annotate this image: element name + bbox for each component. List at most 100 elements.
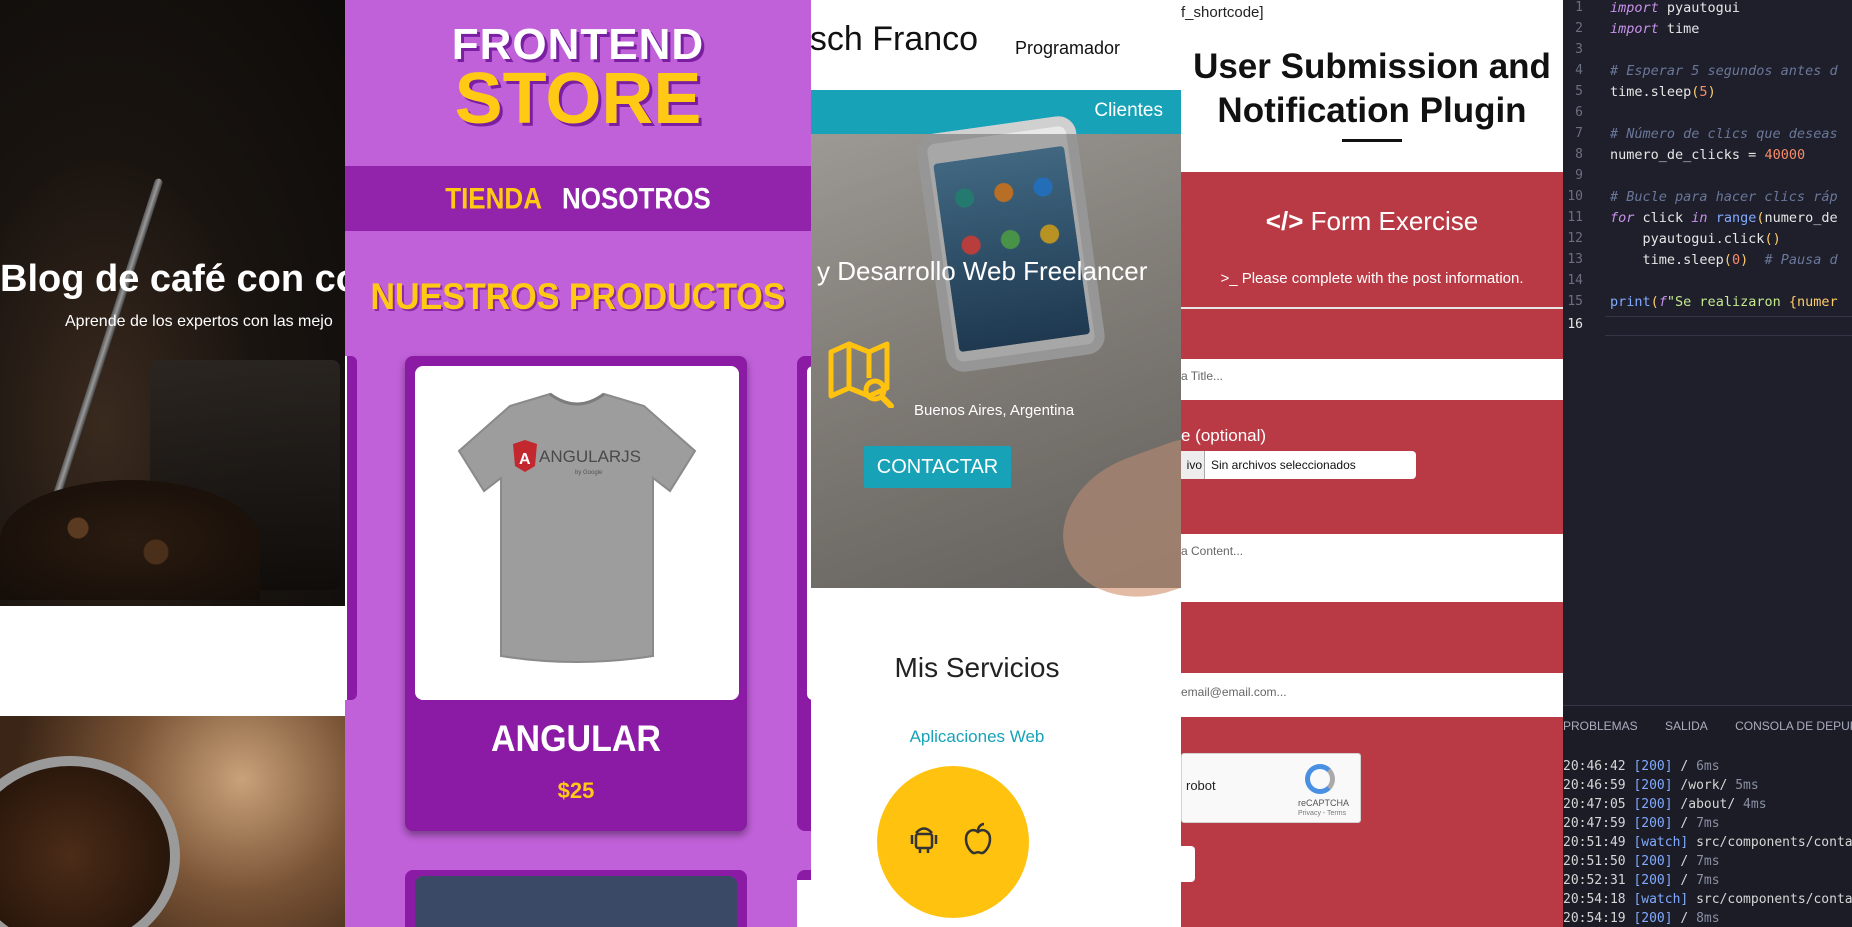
terminal-line: 20:52:31 [200] / 7ms bbox=[1563, 873, 1720, 888]
line-number-active: 16 bbox=[1567, 317, 1583, 332]
line-number: 15 bbox=[1567, 294, 1583, 309]
line-number: 3 bbox=[1575, 42, 1583, 57]
blog-subtitle: Aprende de los expertos con las mejo bbox=[65, 313, 333, 330]
recaptcha-links[interactable]: Privacy - Terms bbox=[1298, 810, 1346, 817]
store-nav: TIENDA NOSOTROS bbox=[345, 166, 811, 231]
form-box: </> Form Exercise >_ Please complete wit… bbox=[1181, 172, 1563, 927]
line-number: 12 bbox=[1567, 231, 1583, 246]
plugin-heading: User Submission and Notification Plugin bbox=[1193, 47, 1551, 130]
file-choose-button[interactable]: ivo bbox=[1181, 451, 1205, 479]
form-subtitle-text: Please complete with the post informatio… bbox=[1241, 270, 1524, 287]
file-label: e (optional) bbox=[1181, 426, 1267, 445]
site-owner-role: Programador bbox=[1015, 38, 1121, 58]
nav-clientes[interactable]: Clientes bbox=[1094, 100, 1163, 122]
submit-button[interactable] bbox=[1181, 846, 1195, 882]
services-heading: Mis Servicios bbox=[894, 652, 1060, 683]
code-editor-panel: 1 2 3 4 5 6 7 8 9 10 11 12 13 14 15 16 i… bbox=[1563, 0, 1852, 927]
svg-text:by Google: by Google bbox=[575, 470, 603, 476]
line-number: 4 bbox=[1575, 63, 1583, 78]
apple-icon bbox=[964, 822, 992, 855]
line-number: 11 bbox=[1567, 210, 1583, 225]
tab-problemas[interactable]: PROBLEMAS bbox=[1563, 719, 1638, 733]
captcha-label: robot bbox=[1186, 778, 1216, 793]
terminal-line: 20:46:42 [200] / 6ms bbox=[1563, 759, 1720, 774]
frontend-store-panel: FRONTEND STORE TIENDA NOSOTROS NUESTROS … bbox=[345, 0, 811, 927]
code-line-2[interactable]: import time bbox=[1610, 21, 1699, 37]
nav-nosotros[interactable]: NOSOTROS bbox=[562, 181, 711, 217]
line-number: 6 bbox=[1575, 105, 1583, 120]
form-divider bbox=[1181, 307, 1563, 309]
code-line-12[interactable]: pyautogui.click() bbox=[1610, 231, 1781, 247]
form-subtitle: >_ Please complete with the post informa… bbox=[1181, 270, 1563, 287]
location-text: Buenos Aires, Argentina bbox=[914, 402, 1075, 419]
product-price: $25 bbox=[557, 778, 595, 803]
form-title-text: Form Exercise bbox=[1310, 206, 1479, 236]
line-number: 8 bbox=[1575, 147, 1583, 162]
current-line-highlight bbox=[1605, 316, 1852, 336]
code-line-13[interactable]: time.sleep(0) # Pausa d bbox=[1610, 252, 1838, 268]
recaptcha-icon bbox=[1305, 764, 1335, 794]
ground-coffee-portafilter bbox=[0, 756, 180, 927]
terminal-line: 20:51:50 [200] / 7ms bbox=[1563, 854, 1720, 869]
freelancer-panel: usch Franco Programador Clientes y Desar… bbox=[811, 0, 1181, 927]
ground-coffee-image[interactable] bbox=[0, 716, 345, 927]
line-number: 14 bbox=[1567, 273, 1583, 288]
hero-headline: y Desarrollo Web Freelancer bbox=[817, 256, 1148, 286]
terminal-panel: PROBLEMAS SALIDA CONSOLA DE DEPURACI 20:… bbox=[1563, 705, 1852, 927]
product-card-next-right-image bbox=[797, 880, 811, 927]
title-input[interactable]: a Title... bbox=[1181, 359, 1563, 400]
code-line-10[interactable]: # Bucle para hacer clics ráp bbox=[1610, 189, 1838, 205]
line-number: 13 bbox=[1567, 252, 1583, 267]
contact-button[interactable]: CONTACTAR bbox=[864, 446, 1011, 488]
line-number: 2 bbox=[1575, 21, 1583, 36]
code-line-1[interactable]: import pyautogui bbox=[1610, 0, 1740, 16]
terminal-icon: >_ bbox=[1220, 270, 1238, 287]
product-card-next-image bbox=[415, 876, 737, 927]
form-title: </> Form Exercise bbox=[1181, 206, 1563, 237]
product-card-partial-left[interactable] bbox=[345, 356, 357, 700]
blog-title: Blog de café con con bbox=[0, 258, 345, 300]
coffee-beans-image bbox=[0, 480, 260, 600]
products-heading: NUESTROS PRODUCTOS bbox=[370, 276, 786, 318]
recaptcha-widget[interactable]: robot reCAPTCHA Privacy - Terms bbox=[1181, 753, 1361, 823]
line-number: 7 bbox=[1575, 126, 1583, 141]
line-number: 10 bbox=[1567, 189, 1583, 204]
line-number: 5 bbox=[1575, 84, 1583, 99]
product-name: ANGULAR bbox=[491, 718, 661, 760]
terminal-line: 20:54:18 [watch] src/components/contac bbox=[1563, 892, 1852, 907]
terminal-line: 20:47:05 [200] /about/ 4ms bbox=[1563, 797, 1767, 812]
line-number: 1 bbox=[1575, 0, 1583, 15]
terminal-tabs: PROBLEMAS SALIDA CONSOLA DE DEPURACI bbox=[1563, 719, 1852, 733]
code-line-15[interactable]: print(f"Se realizaron {numer bbox=[1610, 294, 1838, 310]
form-plugin-panel: f_shortcode] User Submission and Notific… bbox=[1181, 0, 1563, 927]
code-line-5[interactable]: time.sleep(5) bbox=[1610, 84, 1716, 100]
nav-tienda[interactable]: TIENDA bbox=[445, 181, 542, 217]
store-logo-bottom[interactable]: STORE bbox=[345, 58, 811, 140]
site-owner-name[interactable]: usch Franco bbox=[811, 20, 978, 59]
code-line-11[interactable]: for click in range(numero_de bbox=[1610, 210, 1838, 226]
terminal-line: 20:47:59 [200] / 7ms bbox=[1563, 816, 1720, 831]
android-icon bbox=[910, 827, 938, 853]
service-circle bbox=[877, 766, 1029, 918]
content-textarea[interactable]: a Content... bbox=[1181, 534, 1563, 602]
terminal-line: 20:54:19 [200] / 8ms bbox=[1563, 911, 1720, 926]
file-status: Sin archivos seleccionados bbox=[1211, 458, 1356, 472]
code-line-8[interactable]: numero_de_clicks = 40000 bbox=[1610, 147, 1805, 163]
tshirt-icon: A ANGULARJS by Google bbox=[457, 392, 697, 663]
code-icon: </> bbox=[1265, 206, 1304, 236]
email-input[interactable]: email@email.com... bbox=[1181, 673, 1563, 717]
code-line-4[interactable]: # Esperar 5 segundos antes d bbox=[1610, 63, 1838, 79]
shortcode-text: f_shortcode] bbox=[1181, 4, 1264, 21]
line-number: 9 bbox=[1575, 168, 1583, 183]
angular-brand-text: ANGULARJS bbox=[539, 447, 641, 466]
spoon-image bbox=[44, 177, 164, 523]
tab-salida[interactable]: SALIDA bbox=[1665, 719, 1708, 733]
service-web-apps[interactable]: Aplicaciones Web bbox=[811, 727, 1143, 747]
product-card[interactable]: A ANGULARJS by Google ANGULAR $25 bbox=[405, 356, 747, 831]
line-number-gutter: 1 2 3 4 5 6 7 8 9 10 11 12 13 14 15 16 bbox=[1563, 0, 1605, 700]
map-search-icon bbox=[828, 341, 894, 408]
tab-consola[interactable]: CONSOLA DE DEPURACI bbox=[1735, 719, 1852, 733]
file-input[interactable]: ivo Sin archivos seleccionados bbox=[1181, 451, 1416, 479]
terminal-line: 20:46:59 [200] /work/ 5ms bbox=[1563, 778, 1759, 793]
code-line-7[interactable]: # Número de clics que deseas bbox=[1610, 126, 1838, 142]
